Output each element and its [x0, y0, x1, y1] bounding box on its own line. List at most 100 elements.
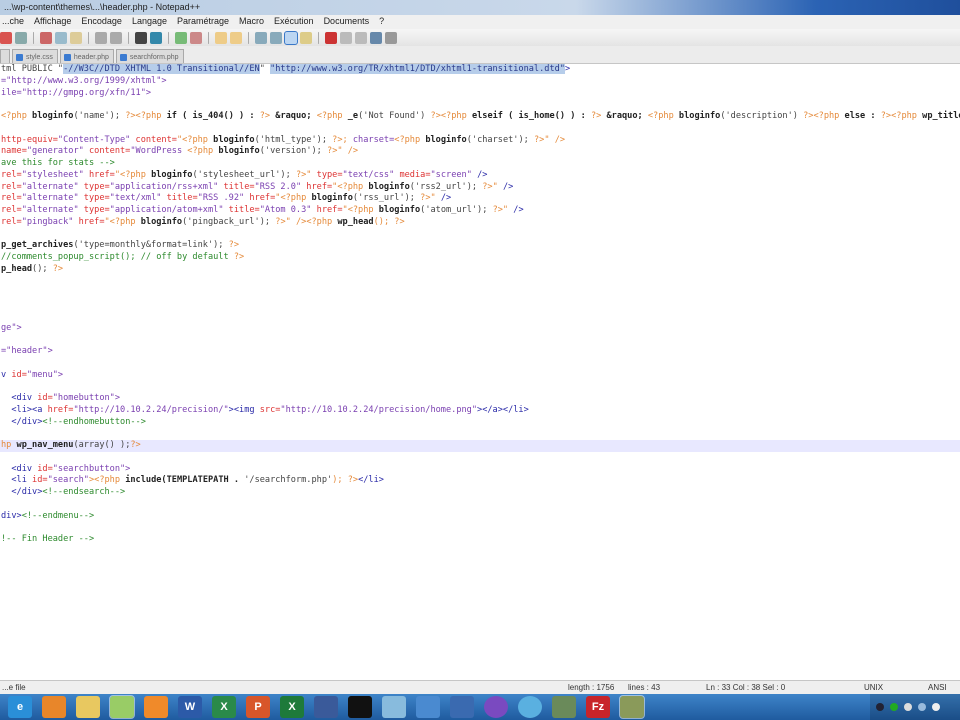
code-line[interactable]: ="http://www.w3.org/1999/xhtml">	[0, 76, 960, 88]
code-line[interactable]: <li><a href="http://10.10.2.24/precision…	[0, 405, 960, 417]
code-line[interactable]: </div><!--endsearch-->	[0, 487, 960, 499]
menu-search[interactable]: ...che	[2, 16, 24, 28]
purple-app-icon[interactable]	[484, 696, 508, 718]
monitor-icon[interactable]	[619, 695, 645, 719]
current-code-line[interactable]: hp wp_nav_menu(array() );?>	[0, 440, 960, 452]
zoom-out-icon[interactable]	[190, 31, 202, 44]
network-icon[interactable]	[314, 696, 338, 718]
sync-icon[interactable]	[416, 696, 440, 718]
sync-horizontal-icon[interactable]	[230, 31, 242, 44]
code-line[interactable]: rel="alternate" type="text/xml" title="R…	[0, 193, 960, 205]
run-macro-multiple-icon[interactable]	[370, 31, 382, 44]
menu-view[interactable]: Affichage	[34, 16, 71, 28]
word-wrap-icon[interactable]	[255, 31, 267, 44]
close-all-icon[interactable]	[0, 31, 12, 44]
folder-icon[interactable]	[300, 31, 312, 44]
tray-icon[interactable]	[890, 703, 898, 711]
code-line[interactable]: p_head(); ?>	[0, 264, 960, 276]
media-player-icon[interactable]	[144, 696, 168, 718]
word-icon[interactable]: W	[178, 696, 202, 718]
copy-icon[interactable]	[55, 31, 67, 44]
record-macro-icon[interactable]	[325, 31, 337, 44]
paint-icon[interactable]	[382, 696, 406, 718]
code-line[interactable]	[0, 229, 960, 241]
code-line[interactable]	[0, 522, 960, 534]
code-line[interactable]: rel="alternate" type="application/atom+x…	[0, 205, 960, 217]
code-line[interactable]: v id="menu">	[0, 370, 960, 382]
notepad-plus-plus-icon[interactable]	[109, 695, 135, 719]
gimp-icon[interactable]	[552, 696, 576, 718]
menu-encoding[interactable]: Encodage	[81, 16, 122, 28]
code-line[interactable]: <?php bloginfo('name'); ?><?php if ( is_…	[0, 111, 960, 123]
save-macro-icon[interactable]	[385, 31, 397, 44]
code-line[interactable]: tml PUBLIC "-//W3C//DTD XHTML 1.0 Transi…	[0, 64, 960, 76]
code-line[interactable]	[0, 287, 960, 299]
menu-documents[interactable]: Documents	[324, 16, 370, 28]
code-line[interactable]	[0, 311, 960, 323]
cut-icon[interactable]	[40, 31, 52, 44]
code-line[interactable]: http-equiv="Content-Type" content="<?php…	[0, 135, 960, 147]
code-line[interactable]: <li id="search"><?php include(TEMPLATEPA…	[0, 475, 960, 487]
tab-file[interactable]: header.php	[59, 49, 114, 63]
print-icon[interactable]	[15, 31, 27, 44]
find-icon[interactable]	[135, 31, 147, 44]
code-editor[interactable]: tml PUBLIC "-//W3C//DTD XHTML 1.0 Transi…	[0, 64, 960, 680]
tab-file[interactable]: searchform.php	[115, 49, 184, 63]
menu-language[interactable]: Langage	[132, 16, 167, 28]
code-line[interactable]	[0, 499, 960, 511]
tab-file[interactable]: style.css	[12, 49, 58, 63]
excel-icon[interactable]: X	[280, 696, 304, 718]
code-line[interactable]: div><!--endmenu-->	[0, 511, 960, 523]
excel-icon[interactable]: X	[212, 696, 236, 718]
show-all-chars-icon[interactable]	[270, 31, 282, 44]
menu-help[interactable]: ?	[379, 16, 384, 28]
replace-icon[interactable]	[150, 31, 162, 44]
code-line[interactable]	[0, 123, 960, 135]
code-line[interactable]: rel="stylesheet" href="<?php bloginfo('s…	[0, 170, 960, 182]
tray-icon[interactable]	[876, 703, 884, 711]
code-line[interactable]	[0, 452, 960, 464]
code-line[interactable]	[0, 381, 960, 393]
code-line[interactable]: </div><!--endhomebutton-->	[0, 417, 960, 429]
zoom-in-icon[interactable]	[175, 31, 187, 44]
network-tray-icon[interactable]	[918, 703, 926, 711]
indent-guide-icon[interactable]	[284, 30, 298, 45]
powerpoint-icon[interactable]: P	[246, 696, 270, 718]
code-line[interactable]	[0, 334, 960, 346]
ie-icon[interactable]: e	[8, 696, 32, 718]
tab-partial[interactable]	[0, 49, 10, 63]
filezilla-icon[interactable]: Fz	[586, 696, 610, 718]
code-line[interactable]	[0, 358, 960, 370]
code-line[interactable]: <div id="homebutton">	[0, 393, 960, 405]
folder-icon[interactable]	[76, 696, 100, 718]
code-line[interactable]	[0, 299, 960, 311]
volume-icon[interactable]	[932, 703, 940, 711]
code-line[interactable]: rel="alternate" type="application/rss+xm…	[0, 182, 960, 194]
user-icon[interactable]	[450, 696, 474, 718]
undo-icon[interactable]	[95, 31, 107, 44]
code-line[interactable]: p_get_archives('type=monthly&format=link…	[0, 240, 960, 252]
terminal-icon[interactable]	[348, 696, 372, 718]
menu-run[interactable]: Exécution	[274, 16, 314, 28]
tray-icon[interactable]	[904, 703, 912, 711]
code-line[interactable]	[0, 428, 960, 440]
code-line[interactable]: ave this for stats -->	[0, 158, 960, 170]
menu-settings[interactable]: Paramétrage	[177, 16, 229, 28]
firefox-icon[interactable]	[42, 696, 66, 718]
code-line[interactable]: //comments_popup_script(); // off by def…	[0, 252, 960, 264]
code-line[interactable]: !-- Fin Header -->	[0, 534, 960, 546]
stop-macro-icon[interactable]	[340, 31, 352, 44]
code-line[interactable]: <div id="searchbutton">	[0, 464, 960, 476]
menu-macro[interactable]: Macro	[239, 16, 264, 28]
code-line[interactable]: name="generator" content="WordPress <?ph…	[0, 146, 960, 158]
code-line[interactable]	[0, 276, 960, 288]
play-macro-icon[interactable]	[355, 31, 367, 44]
code-line[interactable]: ile="http://gmpg.org/xfn/11">	[0, 88, 960, 100]
code-line[interactable]: rel="pingback" href="<?php bloginfo('pin…	[0, 217, 960, 229]
code-line[interactable]: ge">	[0, 323, 960, 335]
paste-icon[interactable]	[70, 31, 82, 44]
teamviewer-icon[interactable]	[518, 696, 542, 718]
code-line[interactable]	[0, 99, 960, 111]
redo-icon[interactable]	[110, 31, 122, 44]
sync-vertical-icon[interactable]	[215, 31, 227, 44]
